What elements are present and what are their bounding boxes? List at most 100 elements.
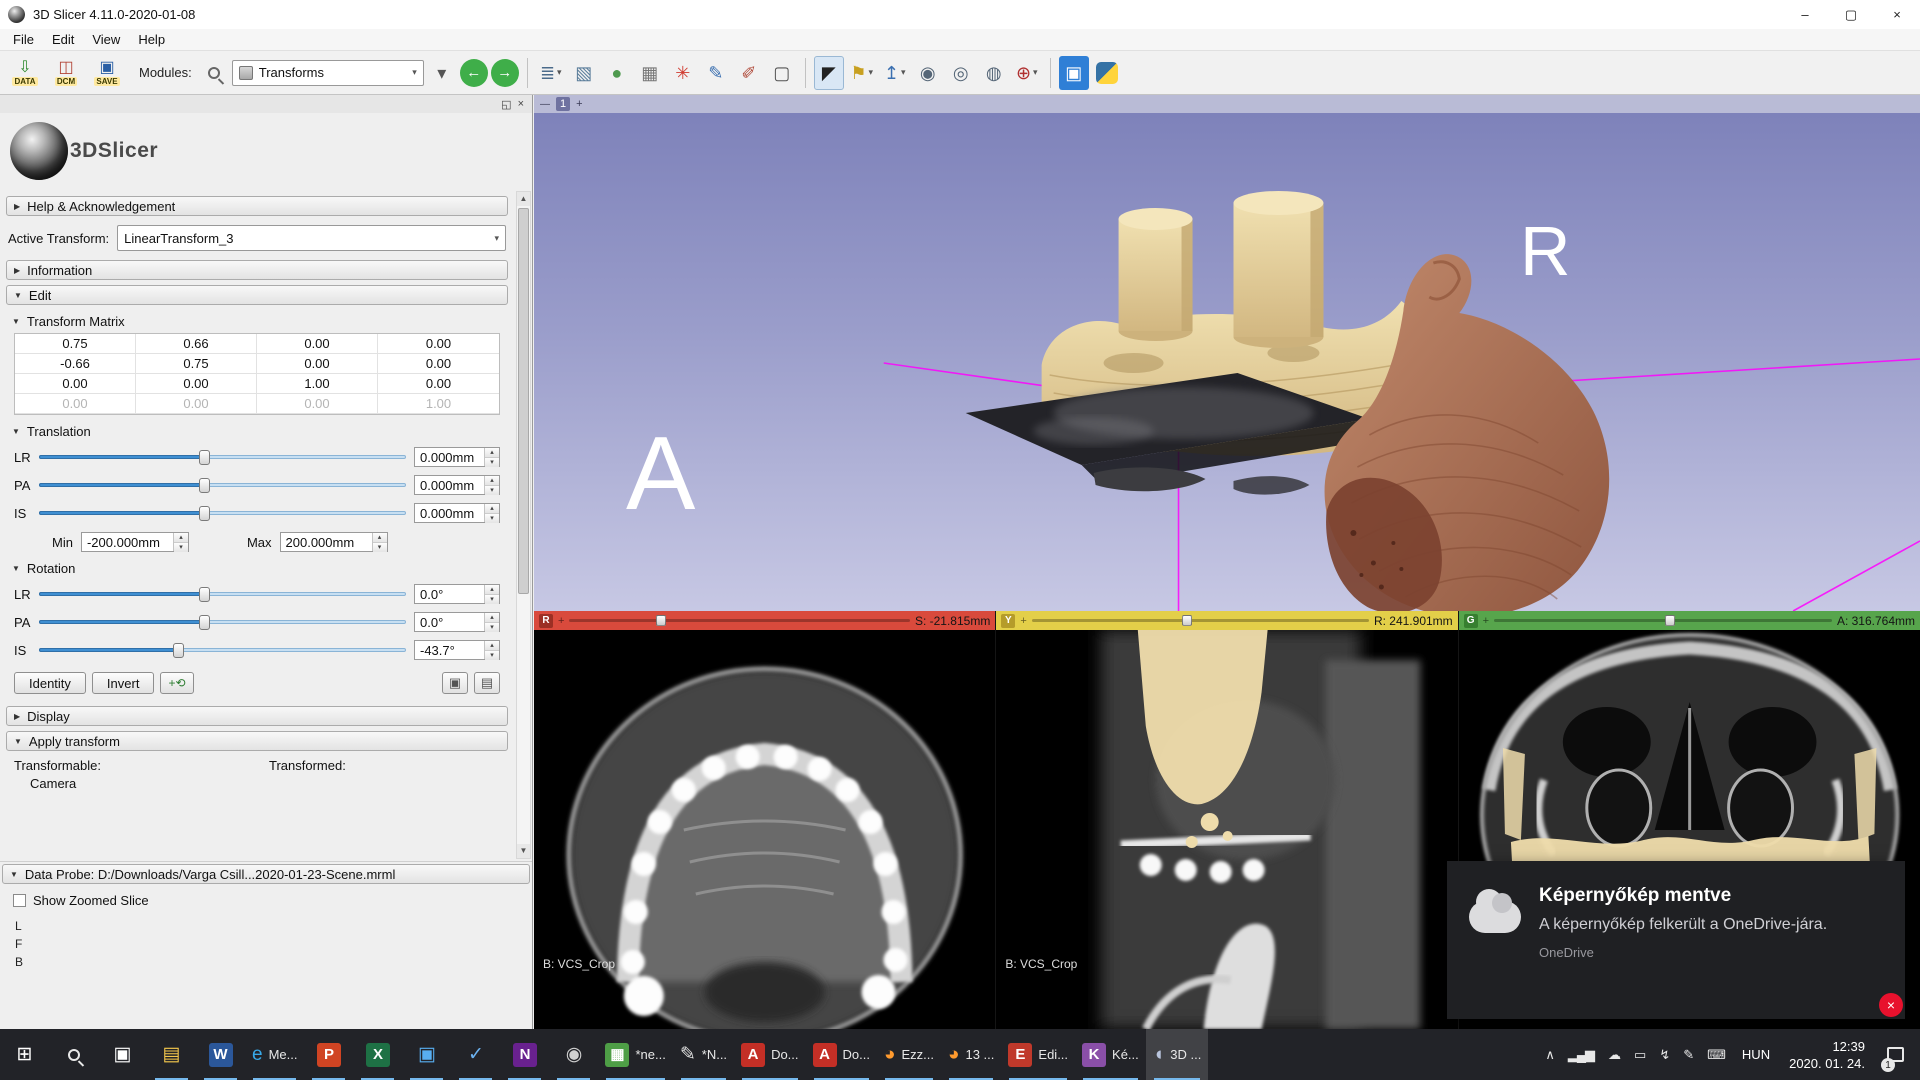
matrix-cell-3-1[interactable]: 0.00 [136,394,257,414]
taskbar-todo[interactable]: ✓ [451,1029,500,1080]
extensions-manager-button[interactable]: ▣ [1059,56,1089,90]
taskbar-task-view[interactable]: ▣ [98,1029,147,1080]
notification-center-button[interactable]: 1 [1874,1029,1916,1080]
panel-undock-button[interactable]: ◱ [501,98,511,111]
taskbar-edge[interactable]: eMe... [245,1029,304,1080]
rotation-is-slider-handle[interactable] [173,643,184,658]
annotation-hide-button[interactable]: ✐ [734,56,764,90]
menu-edit[interactable]: Edit [43,32,83,47]
load-data-button[interactable]: ⇩DATA [6,56,44,90]
taskbar-paint[interactable]: KKé... [1075,1029,1146,1080]
rotation-lr-slider-handle[interactable] [199,587,210,602]
module-selector[interactable]: Transforms▾ [232,60,424,86]
translation-lr-slider-handle[interactable] [199,450,210,465]
taskbar-notepad-green[interactable]: ▦*ne... [598,1029,672,1080]
paste-matrix-button[interactable]: ▤ [474,672,500,694]
taskbar-powerpoint[interactable]: P [304,1029,353,1080]
matrix-cell-3-0[interactable]: 0.00 [15,394,136,414]
spin-down-icon[interactable]: ▾ [174,543,188,552]
tray-hidden-icons-icon[interactable]: ∧ [1538,1047,1561,1063]
spin-up-icon[interactable]: ▴ [485,504,499,514]
min-spinbox[interactable]: -200.000mm ▴▾ [81,532,189,552]
view3d-center-icon[interactable]: + [576,98,582,110]
tray-onedrive-icon[interactable]: ☁ [1601,1047,1627,1063]
adjust-transform-button[interactable]: ↥▾ [880,56,910,90]
harden-transform-button[interactable]: +⟲ [160,672,193,694]
onedrive-notification[interactable]: Képernyőkép mentve A képernyőkép felkerü… [1447,861,1905,1019]
panel-close-button[interactable]: × [518,98,524,110]
section-translation[interactable]: ▼ Translation [12,424,502,439]
tray-pen-icon[interactable]: ✎ [1676,1047,1700,1063]
matrix-cell-1-1[interactable]: 0.75 [136,354,257,374]
rotation-is-slider[interactable] [39,641,406,659]
scene-view-restore-button[interactable]: ◍ [979,56,1009,90]
translation-is-spinbox[interactable]: 0.000mm▴▾ [414,503,500,523]
transformable-list[interactable]: Camera [30,776,500,791]
matrix-cell-2-1[interactable]: 0.00 [136,374,257,394]
green-slice-slider[interactable] [1494,614,1832,627]
taskbar-acrobat-1[interactable]: ADo... [734,1029,805,1080]
spin-up-icon[interactable]: ▴ [485,448,499,458]
menu-help[interactable]: Help [129,32,174,47]
spin-down-icon[interactable]: ▾ [485,514,499,523]
spin-up-icon[interactable]: ▴ [485,613,499,623]
module-history-button[interactable]: ▾ [427,56,457,90]
minimize-button[interactable]: – [1782,0,1828,29]
clock[interactable]: 12:39 2020. 01. 24. [1780,1038,1874,1072]
taskbar-search[interactable] [49,1029,98,1080]
spin-down-icon[interactable]: ▾ [485,623,499,632]
yellow-slice-slider-handle[interactable] [1182,615,1192,626]
list-item[interactable]: Camera [30,776,76,791]
copy-matrix-button[interactable]: ▣ [442,672,468,694]
load-dicom-button[interactable]: ◫DCM [47,56,85,90]
translation-lr-spinbox[interactable]: 0.000mm▴▾ [414,447,500,467]
translation-lr-slider[interactable] [39,448,406,466]
show-3d-button[interactable]: ▧ [569,56,599,90]
python-console-button[interactable] [1092,56,1122,90]
translation-pa-spinbox[interactable]: 0.000mm▴▾ [414,475,500,495]
section-transform-matrix[interactable]: ▼ Transform Matrix [12,314,502,329]
3d-render[interactable] [534,113,1920,611]
matrix-cell-3-2[interactable]: 0.00 [257,394,378,414]
taskbar-firefox-2[interactable]: ◕13 ... [941,1029,1001,1080]
maximize-button[interactable]: ▢ [1828,0,1874,29]
screen-capture-button[interactable]: ▢ [767,56,797,90]
max-spinbox[interactable]: 200.000mm ▴▾ [280,532,388,552]
identity-button[interactable]: Identity [14,672,86,694]
spin-up-icon[interactable]: ▴ [485,585,499,595]
matrix-cell-1-2[interactable]: 0.00 [257,354,378,374]
matrix-cell-0-0[interactable]: 0.75 [15,334,136,354]
green-slice-letter[interactable]: G [1464,614,1478,628]
taskbar-slicer[interactable]: ◖3D ... [1146,1029,1209,1080]
matrix-cell-1-3[interactable]: 0.00 [378,354,499,374]
spin-down-icon[interactable]: ▾ [373,543,387,552]
scene-view-button[interactable]: ◎ [946,56,976,90]
spin-down-icon[interactable]: ▾ [485,458,499,467]
red-slice-letter[interactable]: R [539,614,553,628]
data-probe-bar[interactable]: ▼ Data Probe: D:/Downloads/Varga Csill..… [2,864,530,884]
place-markup-button[interactable]: ⚑▾ [847,56,877,90]
spin-up-icon[interactable]: ▴ [485,476,499,486]
tray-usb-icon[interactable]: ↯ [1652,1047,1676,1063]
translation-pa-slider[interactable] [39,476,406,494]
taskbar-word[interactable]: W [196,1029,245,1080]
rotation-is-spinbox[interactable]: -43.7°▴▾ [414,640,500,660]
volume-rendering-button[interactable]: ● [602,56,632,90]
rotation-pa-spinbox[interactable]: 0.0°▴▾ [414,612,500,632]
axial-slice-image[interactable]: B: VCS_Crop [534,630,995,1029]
active-transform-selector[interactable]: LinearTransform_3 ▾ [117,225,506,251]
spin-down-icon[interactable]: ▾ [485,651,499,660]
section-rotation[interactable]: ▼ Rotation [12,561,502,576]
annotation-button[interactable]: ✎ [701,56,731,90]
menu-view[interactable]: View [83,32,129,47]
screenshot-tool-button[interactable]: ◉ [913,56,943,90]
pin-icon[interactable]: + [1020,615,1026,627]
pin-icon[interactable]: + [558,615,564,627]
layout-button[interactable]: ≣▾ [536,56,566,90]
panel-scrollbar[interactable]: ▲ ▼ [516,191,531,859]
section-display[interactable]: ▶ Display [6,706,508,726]
show-zoomed-slice-checkbox[interactable] [13,894,26,907]
matrix-cell-2-3[interactable]: 0.00 [378,374,499,394]
translation-is-slider-handle[interactable] [199,506,210,521]
tray-network-icon[interactable]: ▂▄▆ [1561,1047,1601,1063]
